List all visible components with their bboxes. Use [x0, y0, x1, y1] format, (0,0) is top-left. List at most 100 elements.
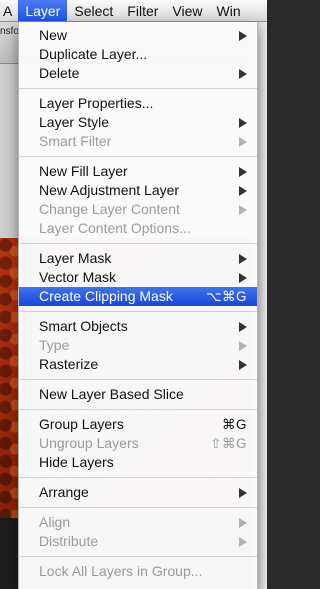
menubar-item-filter[interactable]: Filter — [120, 0, 165, 21]
menu-item-accessory — [239, 30, 247, 41]
menu-item-label: Rasterize — [39, 356, 99, 372]
menu-item-delete[interactable]: Delete — [19, 64, 257, 83]
submenu-arrow-icon — [239, 321, 247, 332]
menu-item-accessory — [239, 68, 247, 79]
submenu-arrow-icon — [239, 117, 247, 128]
menu-item-label: New Fill Layer — [39, 163, 128, 179]
menu-item-label: Layer Properties... — [39, 95, 154, 111]
menu-item-accessory — [239, 536, 247, 547]
menu-item-hide-layers[interactable]: Hide Layers — [19, 453, 257, 472]
menu-item-lock-all-layers-in-group: Lock All Layers in Group... — [19, 562, 257, 581]
submenu-arrow-icon — [239, 272, 247, 283]
menu-item-label: Ungroup Layers — [39, 435, 139, 451]
submenu-arrow-icon — [239, 517, 247, 528]
menu-item-label: New Adjustment Layer — [39, 182, 180, 198]
menu-item-label: Delete — [39, 65, 80, 81]
menu-item-arrange[interactable]: Arrange — [19, 483, 257, 502]
menu-separator — [19, 379, 257, 380]
menu-separator — [19, 243, 257, 244]
menubar-item-window[interactable]: Win — [210, 0, 241, 21]
menu-item-accessory: ⌘G — [222, 415, 247, 434]
keyboard-shortcut: ⇧⌘G — [210, 436, 247, 451]
menu-item-accessory — [239, 253, 247, 264]
menu-item-label: New Layer Based Slice — [39, 386, 184, 402]
menu-item-accessory — [239, 185, 247, 196]
menu-item-accessory — [239, 204, 247, 215]
menu-item-smart-objects[interactable]: Smart Objects — [19, 317, 257, 336]
menu-item-layer-properties[interactable]: Layer Properties... — [19, 94, 257, 113]
submenu-arrow-icon — [239, 487, 247, 498]
menu-item-duplicate-layer[interactable]: Duplicate Layer... — [19, 45, 257, 64]
submenu-arrow-icon — [239, 68, 247, 79]
menu-item-label: Align — [39, 514, 71, 530]
menu-item-accessory — [239, 117, 247, 128]
menu-separator — [19, 409, 257, 410]
submenu-arrow-icon — [239, 536, 247, 547]
menu-item-new-adjustment-layer[interactable]: New Adjustment Layer — [19, 181, 257, 200]
menu-separator — [19, 88, 257, 89]
menu-item-label: Type — [39, 337, 70, 353]
menu-separator — [19, 556, 257, 557]
menu-item-label: Duplicate Layer... — [39, 46, 148, 62]
submenu-arrow-icon — [239, 253, 247, 264]
menu-item-group-layers[interactable]: Group Layers ⌘G — [19, 415, 257, 434]
menu-item-distribute: Distribute — [19, 532, 257, 551]
menu-item-label: Group Layers — [39, 416, 124, 432]
submenu-arrow-icon — [239, 30, 247, 41]
menubar-item-layer[interactable]: Layer — [18, 0, 68, 21]
layer-dropdown-menu: New Duplicate Layer... Delete Layer Propert… — [18, 22, 258, 589]
menu-item-layer-style[interactable]: Layer Style — [19, 113, 257, 132]
menu-item-label: Smart Filter — [39, 133, 112, 149]
menu-item-label: Hide Layers — [39, 454, 114, 470]
menu-item-label: Smart Objects — [39, 318, 128, 334]
menu-separator — [19, 477, 257, 478]
menu-item-new-fill-layer[interactable]: New Fill Layer — [19, 162, 257, 181]
screen: nsfor A Layer Select Filter View Win New… — [0, 0, 267, 589]
menu-separator — [19, 311, 257, 312]
menu-item-label: Distribute — [39, 533, 99, 549]
menubar-item-view[interactable]: View — [165, 0, 209, 21]
menu-item-accessory — [239, 166, 247, 177]
menu-item-label: New — [39, 27, 68, 43]
submenu-arrow-icon — [239, 166, 247, 177]
submenu-arrow-icon — [239, 204, 247, 215]
menu-item-smart-filter: Smart Filter — [19, 132, 257, 151]
menu-item-label: Change Layer Content — [39, 201, 180, 217]
menu-item-new[interactable]: New — [19, 26, 257, 45]
submenu-arrow-icon — [239, 136, 247, 147]
menu-item-accessory: ⇧⌘G — [210, 434, 247, 453]
menu-item-align: Align — [19, 513, 257, 532]
menu-item-accessory — [239, 136, 247, 147]
menu-item-ungroup-layers: Ungroup Layers ⇧⌘G — [19, 434, 257, 453]
menu-item-rasterize[interactable]: Rasterize — [19, 355, 257, 374]
menu-separator — [19, 156, 257, 157]
menubar-item-select[interactable]: Select — [67, 0, 120, 21]
menu-item-label: Layer Mask — [39, 250, 112, 266]
menu-item-vector-mask[interactable]: Vector Mask — [19, 268, 257, 287]
menu-item-accessory — [239, 487, 247, 498]
menu-separator — [19, 507, 257, 508]
menu-bar: A Layer Select Filter View Win — [0, 0, 267, 22]
menu-item-accessory — [239, 321, 247, 332]
menu-item-accessory — [239, 272, 247, 283]
menu-item-label: Layer Style — [39, 114, 110, 130]
menu-item-layer-content-options: Layer Content Options... — [19, 219, 257, 238]
menu-item-label: Lock All Layers in Group... — [39, 563, 203, 579]
menu-item-new-layer-based-slice[interactable]: New Layer Based Slice — [19, 385, 257, 404]
submenu-arrow-icon — [239, 185, 247, 196]
menu-item-accessory: ⌥⌘G — [206, 287, 247, 306]
menu-item-layer-mask[interactable]: Layer Mask — [19, 249, 257, 268]
menu-item-type: Type — [19, 336, 257, 355]
keyboard-shortcut: ⌥⌘G — [205, 289, 247, 304]
keyboard-shortcut: ⌘G — [221, 417, 247, 432]
menu-item-accessory — [239, 359, 247, 370]
menu-item-label: Vector Mask — [39, 269, 117, 285]
menu-item-accessory — [239, 340, 247, 351]
menu-item-accessory — [239, 517, 247, 528]
menu-item-label: Create Clipping Mask — [39, 288, 173, 304]
menubar-item-previous[interactable]: A — [0, 0, 18, 21]
menu-item-create-clipping-mask[interactable]: Create Clipping Mask ⌥⌘G — [19, 287, 257, 306]
menu-item-label: Arrange — [39, 484, 89, 500]
submenu-arrow-icon — [239, 359, 247, 370]
menu-item-change-layer-content: Change Layer Content — [19, 200, 257, 219]
